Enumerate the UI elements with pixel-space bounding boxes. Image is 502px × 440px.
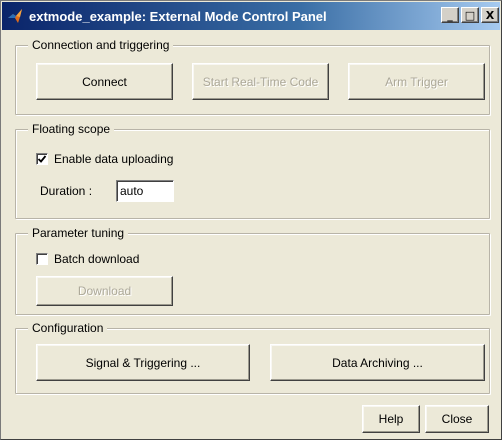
maximize-icon: □ (464, 8, 476, 22)
minimize-icon: _ (447, 8, 453, 22)
data-archiving-button[interactable]: Data Archiving ... (270, 344, 485, 381)
matlab-logo-icon (7, 8, 23, 24)
parameter-tuning-group-label: Parameter tuning (28, 226, 129, 240)
start-real-time-code-button[interactable]: Start Real-Time Code (192, 63, 329, 100)
enable-data-uploading-row[interactable]: Enable data uploading (36, 152, 173, 166)
floating-scope-group: Floating scope Enable data uploading Dur… (15, 122, 490, 219)
duration-input[interactable]: auto (116, 180, 174, 202)
checkmark-icon (37, 155, 47, 163)
maximize-button[interactable]: □ (461, 7, 479, 23)
close-icon: X (485, 8, 495, 22)
enable-data-uploading-label: Enable data uploading (54, 152, 174, 166)
connection-triggering-group: Connection and triggering Connect Start … (15, 38, 490, 115)
close-window-button[interactable]: X (481, 7, 499, 23)
close-button[interactable]: Close (425, 405, 489, 433)
signal-triggering-button[interactable]: Signal & Triggering ... (36, 344, 250, 381)
batch-download-checkbox[interactable] (36, 253, 48, 265)
batch-download-row[interactable]: Batch download (36, 252, 139, 266)
floating-scope-group-label: Floating scope (28, 122, 115, 136)
enable-data-uploading-checkbox[interactable] (36, 153, 48, 165)
arm-trigger-button[interactable]: Arm Trigger (348, 63, 485, 100)
duration-label: Duration : (40, 184, 93, 198)
configuration-group-label: Configuration (28, 321, 108, 335)
connect-button[interactable]: Connect (36, 63, 173, 100)
help-button[interactable]: Help (362, 405, 420, 433)
download-button[interactable]: Download (36, 276, 173, 306)
minimize-button[interactable]: _ (441, 7, 459, 23)
title-bar[interactable]: extmode_example: External Mode Control P… (2, 2, 500, 30)
window-title: extmode_example: External Mode Control P… (29, 8, 327, 24)
configuration-group: Configuration Signal & Triggering ... Da… (15, 321, 490, 394)
control-panel-window: extmode_example: External Mode Control P… (0, 0, 502, 440)
batch-download-label: Batch download (54, 252, 140, 266)
connection-group-label: Connection and triggering (28, 38, 174, 52)
window-controls: _ □ X (441, 7, 499, 23)
parameter-tuning-group: Parameter tuning Batch download Download (15, 226, 490, 315)
